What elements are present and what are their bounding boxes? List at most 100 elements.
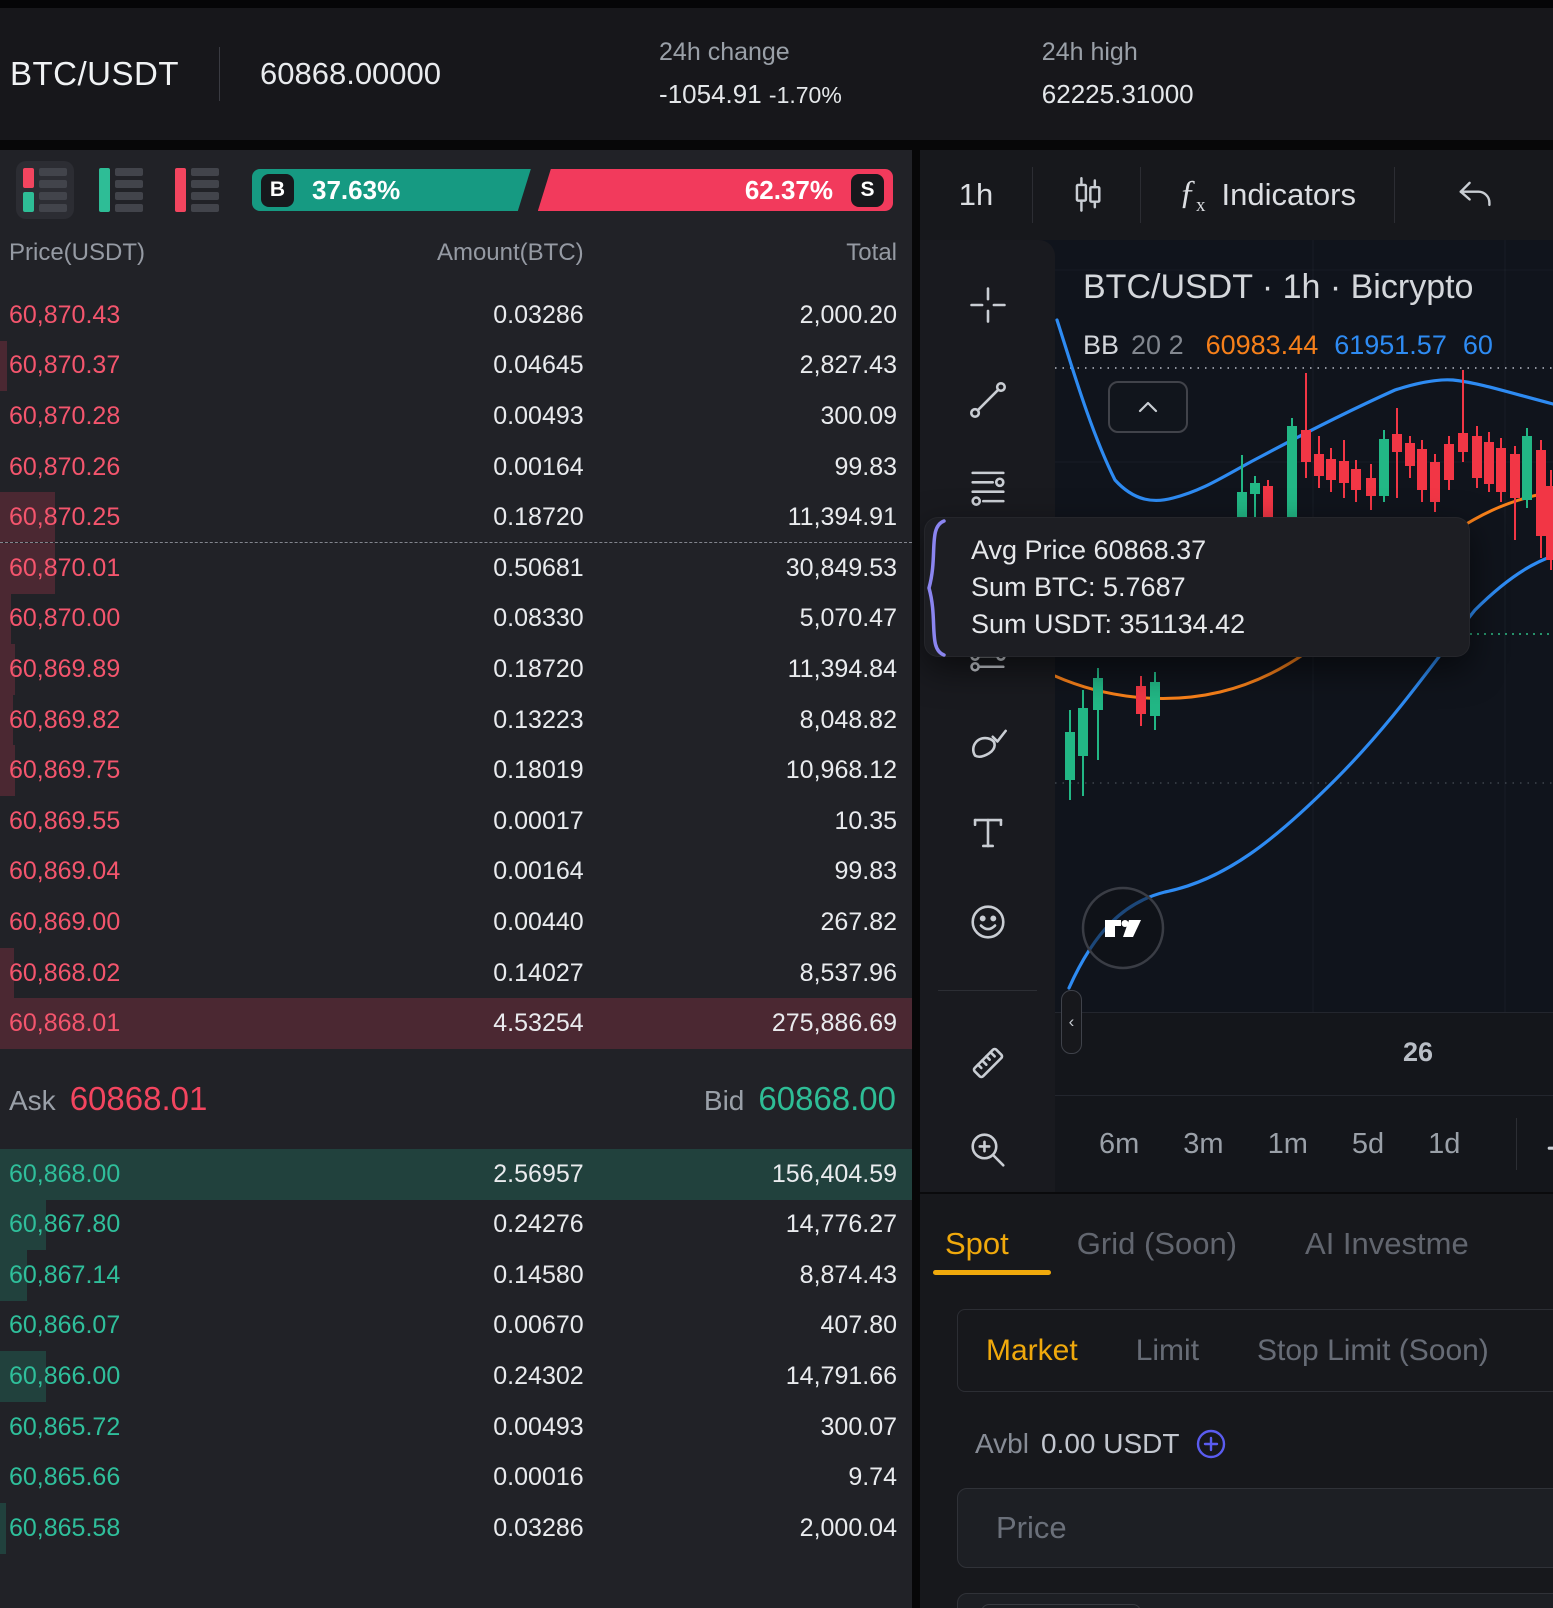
toolbar-divider (938, 990, 1037, 991)
tab-ai[interactable]: AI Investme (1305, 1213, 1469, 1275)
legend-collapse-button[interactable] (1108, 381, 1188, 433)
emoji-tool-icon[interactable] (968, 902, 1008, 942)
toolbar-collapse-handle[interactable]: ‹ (1061, 990, 1082, 1054)
tab-grid[interactable]: Grid (Soon) (1077, 1213, 1237, 1275)
orderbook-row[interactable]: 60,869.040.0016499.83 (0, 847, 912, 898)
row-total: 300.09 (584, 402, 912, 431)
orderbook-row[interactable]: 60,868.014.53254275,886.69 (0, 998, 912, 1049)
chart-symbol-title[interactable]: BTC/USDT · 1h · Bicrypto (1083, 268, 1473, 307)
orderbook-panel: B 37.63% 62.37% S Price(USDT) Amount(BTC… (0, 150, 912, 1608)
orderbook-row[interactable]: 60,866.000.2430214,791.66 (0, 1351, 912, 1402)
orderbook-row[interactable]: 60,865.580.032862,000.04 (0, 1503, 912, 1554)
sell-ratio-value: 62.37% (745, 175, 833, 206)
row-amount: 0.00670 (237, 1311, 584, 1340)
go-to-date-icon[interactable] (1545, 1124, 1553, 1164)
amount-inner-box[interactable] (981, 1604, 1141, 1608)
orderbook-row[interactable]: 60,865.720.00493300.07 (0, 1402, 912, 1453)
measure-ruler-icon[interactable] (968, 1043, 1008, 1083)
change-value: -1054.91 -1.70% (659, 79, 842, 110)
order-type-limit[interactable]: Limit (1136, 1334, 1199, 1368)
row-amount: 0.24276 (237, 1210, 584, 1239)
range-3m-button[interactable]: 3m (1183, 1128, 1223, 1161)
orderbook-row[interactable]: 60,870.000.083305,070.47 (0, 594, 912, 645)
buy-ratio-value: 37.63% (312, 175, 400, 206)
row-total: 30,849.53 (584, 554, 912, 583)
orderbook-row[interactable]: 60,870.430.032862,000.20 (0, 290, 912, 341)
interval-button[interactable]: 1h (920, 150, 1032, 240)
range-toolbar: 6m 3m 1m 5d 1d (1055, 1095, 1553, 1192)
tab-spot[interactable]: Spot (945, 1213, 1009, 1275)
row-price: 60,868.00 (0, 1160, 237, 1189)
date-label: 26 (1403, 1037, 1433, 1068)
row-amount: 0.00016 (237, 1463, 584, 1492)
crosshair-icon[interactable] (968, 285, 1008, 325)
zoom-in-icon[interactable] (968, 1130, 1008, 1170)
undo-button[interactable] (1395, 150, 1553, 240)
chart-canvas[interactable]: BTC/USDT · 1h · Bicrypto BB20 260983.446… (1055, 240, 1553, 1192)
indicator-legend[interactable]: BB20 260983.4461951.5760 (1083, 330, 1493, 361)
price-input[interactable] (958, 1510, 1553, 1546)
avbl-label: Avbl (975, 1428, 1029, 1460)
row-total: 11,394.91 (584, 503, 912, 532)
tradingview-logo[interactable] (1083, 888, 1163, 968)
orderbook-row[interactable]: 60,870.010.5068130,849.53 (0, 543, 912, 594)
legend-value-lower: 60 (1463, 330, 1493, 360)
row-total: 14,776.27 (584, 1210, 912, 1239)
legend-params: 20 2 (1131, 330, 1184, 360)
row-total: 156,404.59 (584, 1160, 912, 1189)
orderbook-row[interactable]: 60,870.280.00493300.09 (0, 391, 912, 442)
deposit-plus-icon[interactable] (1195, 1428, 1227, 1460)
bid-summary: Bid60868.00 (704, 1080, 896, 1118)
bid-price: 60868.00 (758, 1080, 896, 1117)
row-total: 8,874.43 (584, 1261, 912, 1290)
orderbook-row[interactable]: 60,870.260.0016499.83 (0, 442, 912, 493)
book-view-both-icon[interactable] (16, 161, 74, 219)
row-amount: 0.04645 (237, 351, 584, 380)
price-field-wrap (957, 1488, 1553, 1568)
orderbook-row[interactable]: 60,867.140.145808,874.43 (0, 1250, 912, 1301)
orderbook-row[interactable]: 60,867.800.2427614,776.27 (0, 1200, 912, 1251)
change-percent: -1.70% (769, 82, 842, 108)
orderbook-row[interactable]: 60,869.890.1872011,394.84 (0, 644, 912, 695)
order-type-market[interactable]: Market (986, 1334, 1078, 1368)
order-type-stop[interactable]: Stop Limit (Soon) (1257, 1334, 1489, 1368)
orderbook-row[interactable]: 60,866.070.00670407.80 (0, 1301, 912, 1352)
range-1m-button[interactable]: 1m (1268, 1128, 1308, 1161)
orderbook-row[interactable]: 60,869.000.00440267.82 (0, 897, 912, 948)
range-1d-button[interactable]: 1d (1428, 1128, 1460, 1161)
orderbook-row[interactable]: 60,869.550.0001710.35 (0, 796, 912, 847)
sell-ratio-segment: 62.37% S (538, 169, 893, 211)
row-price: 60,869.00 (0, 908, 237, 937)
pair-title[interactable]: BTC/USDT (10, 55, 179, 93)
indicators-button[interactable]: ƒx Indicators (1141, 150, 1394, 240)
orderbook-row[interactable]: 60,869.820.132238,048.82 (0, 695, 912, 746)
fib-retracement-icon[interactable] (968, 467, 1008, 507)
row-total: 5,070.47 (584, 604, 912, 633)
orderbook-row[interactable]: 60,869.750.1801910,968.12 (0, 745, 912, 796)
sell-badge: S (851, 174, 884, 207)
chart-style-button[interactable] (1033, 150, 1140, 240)
time-axis[interactable]: 26 (1055, 1012, 1553, 1095)
toolbar-divider (1516, 1118, 1517, 1170)
brush-icon[interactable] (968, 725, 1008, 765)
book-view-bids-icon[interactable] (92, 161, 150, 219)
orderbook-row[interactable]: 60,868.020.140278,537.96 (0, 948, 912, 999)
row-price: 60,866.07 (0, 1311, 237, 1340)
book-view-asks-icon[interactable] (168, 161, 226, 219)
orderbook-row[interactable]: 60,870.250.1872011,394.91 (0, 492, 912, 543)
orderbook-row[interactable]: 60,865.660.000169.74 (0, 1452, 912, 1503)
chart-and-trade-panel: 1h ƒx Indicators (920, 150, 1553, 1608)
amount-field-wrap[interactable] (957, 1593, 1553, 1608)
text-tool-icon[interactable] (968, 813, 1008, 853)
row-total: 14,791.66 (584, 1362, 912, 1391)
orderbook-row[interactable]: 60,870.370.046452,827.43 (0, 341, 912, 392)
row-price: 60,870.37 (0, 351, 237, 380)
row-total: 2,000.20 (584, 301, 912, 330)
chart-area: BTC/USDT · 1h · Bicrypto BB20 260983.446… (920, 240, 1553, 1192)
range-6m-button[interactable]: 6m (1099, 1128, 1139, 1161)
orderbook-row[interactable]: 60,868.002.56957156,404.59 (0, 1149, 912, 1200)
row-price: 60,869.82 (0, 706, 237, 735)
ask-price: 60868.01 (70, 1080, 208, 1117)
trend-line-icon[interactable] (968, 380, 1008, 420)
range-5d-button[interactable]: 5d (1352, 1128, 1384, 1161)
